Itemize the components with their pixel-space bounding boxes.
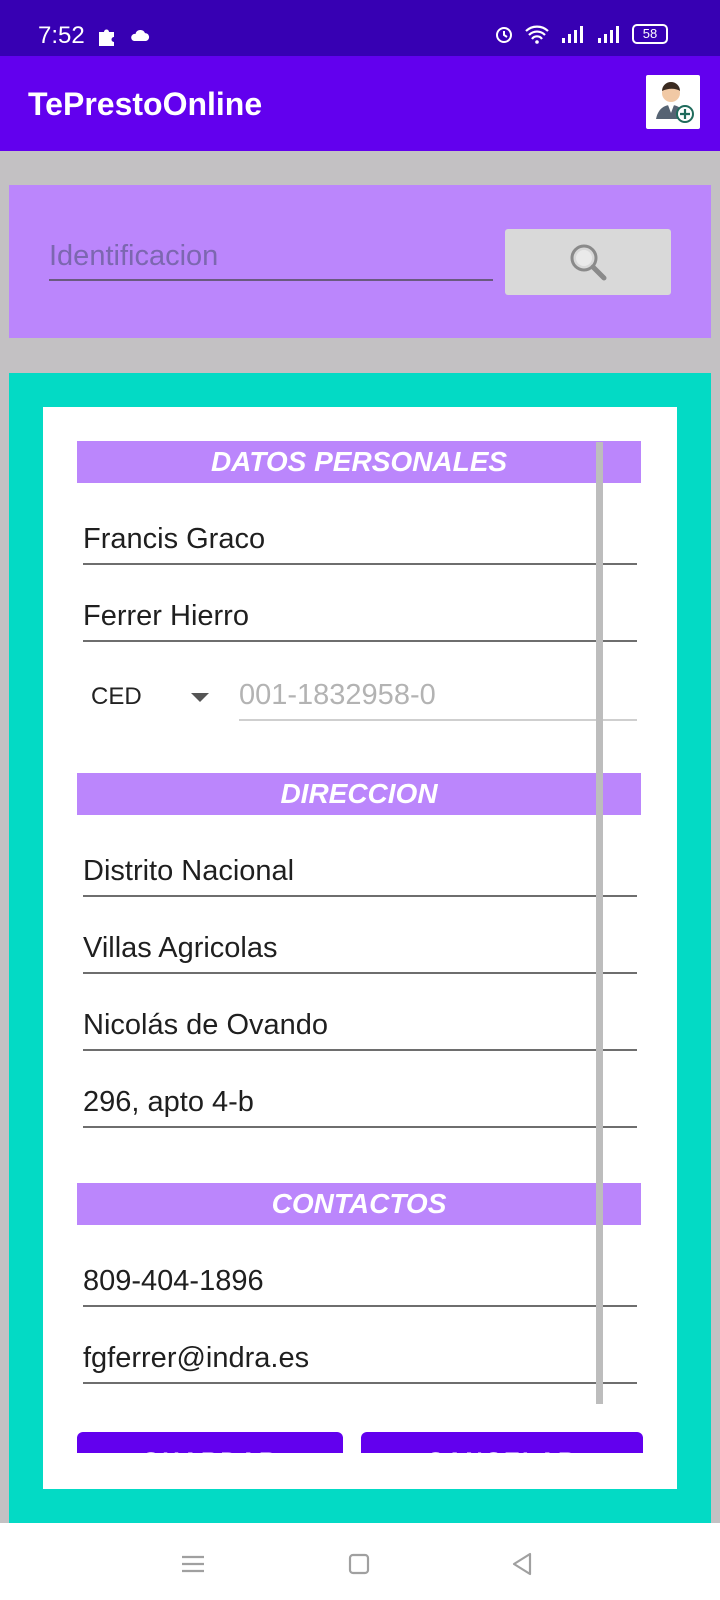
app-title: TePrestoOnline — [28, 86, 263, 122]
search-icon — [570, 244, 607, 281]
document-type-value: CED — [91, 683, 142, 710]
sector-field[interactable]: Villas Agricolas — [83, 924, 637, 974]
form-card: DATOS PERSONALES Francis Graco Ferrer Hi… — [43, 407, 677, 1489]
first-name-field[interactable]: Francis Graco — [83, 515, 637, 565]
form-panel: DATOS PERSONALES Francis Graco Ferrer Hi… — [9, 373, 711, 1523]
battery-icon: 58 — [632, 24, 668, 44]
add-user-button[interactable] — [646, 75, 700, 129]
cloud-icon — [131, 30, 150, 41]
scrollbar[interactable] — [596, 442, 603, 1404]
section-header-personal: DATOS PERSONALES — [77, 441, 641, 483]
last-name-field[interactable]: Ferrer Hierro — [83, 592, 637, 642]
status-time: 7:52 — [38, 22, 85, 49]
section-header-contacts: CONTACTOS — [77, 1183, 641, 1225]
add-user-icon — [656, 82, 694, 123]
back-icon[interactable] — [508, 1549, 538, 1579]
phone-field[interactable]: 809-404-1896 — [83, 1257, 637, 1307]
identification-input[interactable] — [49, 233, 493, 281]
province-field[interactable]: Distrito Nacional — [83, 847, 637, 897]
wifi-icon — [525, 25, 549, 44]
section-header-address: DIRECCION — [77, 773, 641, 815]
street-field[interactable]: Nicolás de Ovando — [83, 1001, 637, 1051]
alarm-icon — [496, 27, 512, 43]
document-type-select[interactable]: CED — [91, 677, 241, 717]
search-card — [9, 185, 711, 338]
navigation-bar — [0, 1523, 720, 1600]
status-left-icons — [96, 24, 152, 48]
save-button[interactable]: GUARDAR — [77, 1432, 343, 1453]
email-field[interactable]: fgferrer@indra.es — [83, 1334, 637, 1384]
action-buttons: GUARDAR CANCELAR — [77, 1432, 657, 1453]
status-bar: 7:52 58 — [0, 0, 720, 56]
signal-icon — [562, 26, 583, 43]
document-number-input[interactable]: 001-1832958-0 — [239, 671, 637, 721]
dropdown-arrow-icon — [191, 693, 209, 702]
signal-icon — [598, 26, 619, 43]
puzzle-icon — [99, 29, 114, 46]
cancel-button[interactable]: CANCELAR — [361, 1432, 643, 1453]
home-icon[interactable] — [344, 1549, 374, 1579]
house-number-field[interactable]: 296, apto 4-b — [83, 1078, 637, 1128]
app-bar: TePrestoOnline — [0, 56, 720, 151]
search-button[interactable] — [505, 229, 671, 295]
status-right-icons: 58 — [494, 24, 668, 44]
menu-icon[interactable] — [178, 1549, 208, 1579]
